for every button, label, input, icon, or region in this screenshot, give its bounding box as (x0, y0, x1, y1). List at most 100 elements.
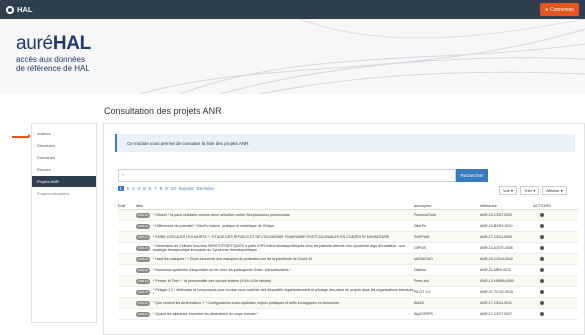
edit-icon[interactable] (540, 290, 544, 294)
chevron-down-icon: ▾ (559, 188, 563, 193)
anr-badge: ANR-20 (136, 256, 150, 262)
row-acronym: RAPPUM (414, 235, 430, 239)
logo-light-text: auré (16, 33, 53, 54)
row-reference: ANR-19-CE07-0002 (480, 213, 513, 217)
page-link-4[interactable]: 4 (138, 186, 141, 191)
row-title[interactable]: * Penser la Tête * : la personnalité des… (153, 279, 271, 283)
page-link-5[interactable]: 5 (143, 186, 146, 191)
page-link-3[interactable]: 3 (132, 186, 135, 191)
page-link-1[interactable]: 1 (118, 186, 124, 191)
aurehal-logo[interactable]: auréHAL (16, 33, 91, 55)
edit-icon[interactable] (540, 257, 544, 261)
login-button[interactable]: ● Connexion (540, 3, 579, 16)
row-title[interactable]: * Différences de potentiel * DiterPo Nat… (153, 224, 274, 228)
display-dropdown[interactable]: Afficher ▾ (542, 186, 567, 195)
anr-badge: ANR-13 (136, 245, 150, 251)
edit-icon[interactable] (540, 301, 544, 305)
top-bar: HAL ● Connexion (0, 0, 585, 19)
sidebar-item-domaines[interactable]: Domaines (32, 152, 96, 163)
table-row[interactable]: ANR-13 * Penser la Tête * : la personnali… (118, 276, 578, 287)
col-header-acronyme[interactable]: acronyme (414, 203, 480, 208)
row-acronym: Penn-Ind (414, 279, 429, 283)
view-dropdown[interactable]: Voir ▾ (499, 186, 518, 195)
sidebar-item-auteurs[interactable]: Auteurs (32, 128, 96, 139)
col-header-actions: ACTIONS (533, 203, 551, 208)
anr-badge: ANR-21 (136, 267, 150, 273)
row-title[interactable]: * Que veulent les Amérindiens ? * Config… (153, 301, 340, 305)
col-header-reference[interactable]: référence (480, 203, 530, 208)
row-title[interactable]: * Haut les masques ! * Socio-économie de… (153, 257, 312, 261)
table-row[interactable]: ANR-20 * Haut les masques ! * Socio-écono… (118, 254, 578, 265)
row-title[interactable]: * Nouveaux systèmes d'acquisition du fer… (153, 268, 291, 272)
edit-icon[interactable] (540, 312, 544, 316)
row-actions (530, 224, 554, 228)
arrow-right-icon (12, 134, 31, 138)
row-reference: ANR-13-ASTR-0006 (480, 246, 513, 250)
anr-badge: ANR-12 (136, 223, 150, 229)
sidebar-item-projets-anr[interactable]: Projets ANR (32, 176, 96, 187)
row-acronym: DiterPo (414, 224, 426, 228)
row-reference: ANR-21-MEN-0012 (480, 268, 512, 272)
row-actions (530, 279, 554, 283)
row-title-cell: ANR-12 * Différences de potentiel * Diter… (132, 223, 414, 229)
row-title-cell: ANR-13 * Génération de Cellules Souches H… (132, 244, 414, 252)
search-input[interactable] (118, 169, 456, 182)
row-title[interactable]: * FAIRE CIRCULER LES MORTS * : ETUDE DES… (153, 235, 389, 239)
row-title-cell: ANR-21 * Nouveaux systèmes d'acquisition … (132, 267, 414, 273)
anr-badge: ANR-17 (136, 300, 150, 306)
brand-logo[interactable]: HAL (6, 3, 32, 16)
page-link-7[interactable]: 7 (154, 186, 157, 191)
sidebar-item-projets-europeens[interactable]: Projets européens (32, 188, 96, 199)
page-title: Consultation des projets ANR (104, 106, 222, 116)
table-row[interactable]: ANR-17 * FAIRE CIRCULER LES MORTS * : ETU… (118, 232, 578, 243)
edit-icon[interactable] (540, 268, 544, 272)
row-title-cell: ANR-19 * Choker * la paroi cellulaire com… (132, 212, 414, 218)
row-title[interactable]: * Pelagie 2.0 : Méthodes et composants p… (153, 288, 414, 296)
page-link-2[interactable]: 2 (127, 186, 130, 191)
login-label: Connexion (550, 6, 574, 13)
row-reference: ANR-13-HMMA-0000 (480, 279, 515, 283)
sort-dropdown[interactable]: Trier ▾ (520, 186, 540, 195)
row-actions (530, 246, 554, 250)
row-actions (530, 268, 554, 272)
row-actions (530, 290, 554, 294)
edit-icon[interactable] (540, 224, 544, 228)
row-title-cell: ANR-20 * Haut les masques ! * Socio-écono… (132, 256, 414, 262)
page-link-6[interactable]: 6 (149, 186, 152, 191)
edit-icon[interactable] (540, 279, 544, 283)
table-body: ANR-19 * Choker * la paroi cellulaire com… (118, 210, 578, 320)
logo-tagline-1: accès aux données (16, 55, 85, 64)
chevron-down-icon: ▾ (509, 188, 514, 193)
edit-icon[interactable] (540, 246, 544, 250)
row-reference: ANR-20-COV4-0042 (480, 257, 513, 261)
table-row[interactable]: ANR-21 * Nouveaux systèmes d'acquisition … (118, 265, 578, 276)
page-link-10[interactable]: 10 (171, 186, 176, 191)
user-icon: ● (545, 6, 549, 13)
page-next-link[interactable]: Suivant (179, 186, 194, 191)
row-reference: ANR-12-BSH3-0010 (480, 224, 513, 228)
sidebar-item-structures[interactable]: Structures (32, 140, 96, 151)
table-row[interactable]: ANR-19 * Choker * la paroi cellulaire com… (118, 210, 578, 221)
page-link-8[interactable]: 8 (160, 186, 163, 191)
page-link-9[interactable]: 9 (165, 186, 168, 191)
info-box: Ce module vous permet de consulter la li… (115, 134, 575, 152)
row-title[interactable]: * Génération de Cellules Souches HEPATOP… (153, 244, 414, 252)
row-acronym: Diablon (414, 268, 427, 272)
table-row[interactable]: ANR-17 * Quand les alpinistes inventent l… (118, 309, 578, 320)
sidebar-item-revues[interactable]: Revues (32, 164, 96, 175)
row-acronym: GIPSIS (414, 246, 426, 250)
search-button[interactable]: Rechercher (456, 169, 488, 182)
page-last-link[interactable]: Dernière (197, 186, 214, 191)
edit-icon[interactable] (540, 235, 544, 239)
table-row[interactable]: ANR-07 * Pelagie 2.0 : Méthodes et compos… (118, 287, 578, 298)
hal-logo-icon (6, 5, 14, 14)
row-title[interactable]: * Quand les alpinistes inventent les dim… (153, 312, 258, 316)
table-row[interactable]: ANR-12 * Différences de potentiel * Diter… (118, 221, 578, 232)
edit-icon[interactable] (540, 213, 544, 217)
row-title[interactable]: * Choker * la paroi cellulaire comme arm… (153, 213, 290, 217)
row-reference: ANR-17-CE41-0000 (480, 235, 513, 239)
col-header-etat[interactable]: Etat (118, 203, 132, 208)
table-row[interactable]: ANR-17 * Que veulent les Amérindiens ? * … (118, 298, 578, 309)
table-row[interactable]: ANR-13 * Génération de Cellules Souches H… (118, 243, 578, 254)
col-header-titre[interactable]: titre (132, 203, 414, 208)
